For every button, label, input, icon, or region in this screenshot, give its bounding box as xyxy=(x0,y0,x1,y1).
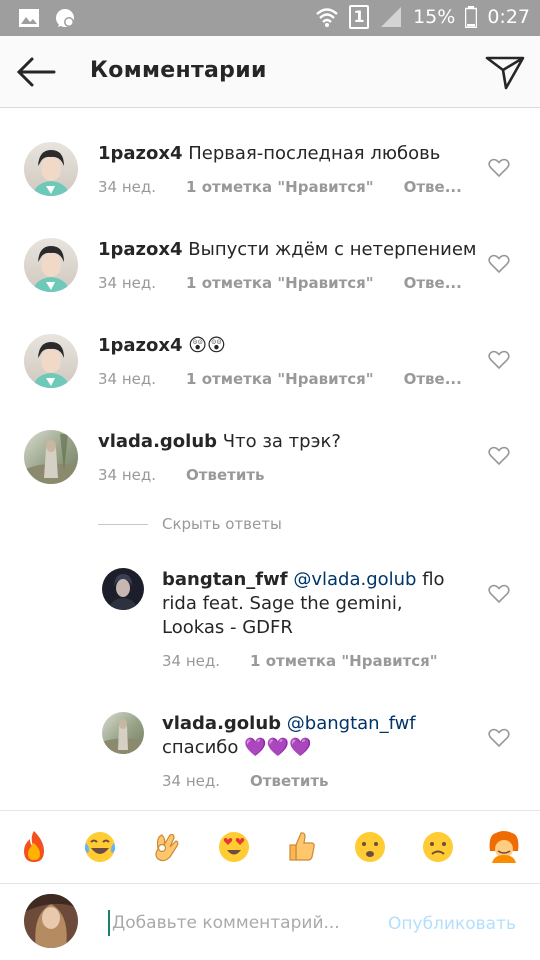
back-arrow-icon[interactable] xyxy=(14,54,58,90)
signal-icon xyxy=(381,7,402,27)
comment-text: 1pazox4 😲😲 xyxy=(98,334,226,358)
hide-replies-button[interactable]: Скрыть ответы xyxy=(98,515,282,533)
avatar[interactable] xyxy=(24,894,78,948)
likes-count[interactable]: 1 отметка "Нравится" xyxy=(186,274,374,292)
reply-time: 34 нед. xyxy=(162,652,221,670)
reply-text: bangtan_fwf @vlada.golub flo rida feat. … xyxy=(162,568,462,640)
joy-emoji-icon[interactable] xyxy=(82,829,118,865)
reply-button[interactable]: Отве... xyxy=(404,274,462,292)
reply-username[interactable]: vlada.golub xyxy=(162,713,281,734)
mention-link[interactable]: @vlada.golub xyxy=(293,569,416,590)
slightly-frowning-emoji-icon[interactable] xyxy=(420,829,456,865)
reply-button[interactable]: Отве... xyxy=(404,178,462,196)
send-icon[interactable] xyxy=(484,52,526,92)
page-title: Комментарии xyxy=(90,58,267,83)
comment-body: Выпусти ждём с нетерпением xyxy=(182,239,477,260)
fire-emoji-icon[interactable] xyxy=(16,829,52,865)
comment-body: 😲😲 xyxy=(182,335,226,356)
comment-body: Первая-последная любовь xyxy=(182,143,441,164)
thumbs-up-emoji-icon[interactable] xyxy=(284,829,320,865)
status-left-icons xyxy=(18,7,76,29)
reply-username[interactable]: bangtan_fwf xyxy=(162,569,288,590)
reply-text: vlada.golub @bangtan_fwf спасибо 💜💜💜 xyxy=(162,712,462,760)
frowning-emoji-icon[interactable] xyxy=(352,829,388,865)
avatar[interactable] xyxy=(24,430,78,484)
clock: 0:27 xyxy=(487,6,530,28)
reply-button[interactable]: Ответить xyxy=(250,772,329,790)
mention-link[interactable]: @bangtan_fwf xyxy=(287,713,416,734)
comment-meta: 34 нед. 1 отметка "Нравится" Отве... xyxy=(98,370,492,388)
reply-body: Lookas - GDFR xyxy=(162,617,293,638)
heart-eyes-emoji-icon[interactable] xyxy=(216,829,252,865)
comment-meta: 34 нед. 1 отметка "Нравится" Отве... xyxy=(98,274,492,292)
status-right: 1 15% 0:27 xyxy=(315,5,530,29)
heart-icon[interactable] xyxy=(488,350,510,370)
sim-indicator: 1 xyxy=(349,5,370,29)
heart-icon[interactable] xyxy=(488,446,510,466)
avatar[interactable] xyxy=(24,334,78,388)
emoji-bar xyxy=(0,810,540,884)
heart-icon[interactable] xyxy=(488,254,510,274)
comment-time: 34 нед. xyxy=(98,274,157,292)
heart-icon[interactable] xyxy=(488,584,510,604)
status-bar: 1 15% 0:27 xyxy=(0,0,540,36)
likes-count[interactable]: 1 отметка "Нравится" xyxy=(186,370,374,388)
reply-body: flo xyxy=(416,569,445,590)
likes-count[interactable]: 1 отметка "Нравится" xyxy=(250,652,438,670)
comment-meta: 34 нед. Ответить xyxy=(98,466,295,484)
comment-username[interactable]: vlada.golub xyxy=(98,431,217,452)
avatar[interactable] xyxy=(24,142,78,196)
heart-icon[interactable] xyxy=(488,158,510,178)
comment-composer: Опубликовать xyxy=(0,884,540,960)
comment-time: 34 нед. xyxy=(98,466,157,484)
reply-body: спасибо 💜💜💜 xyxy=(162,737,312,758)
app-header: Комментарии xyxy=(0,36,540,108)
comment-body: Что за трэк? xyxy=(217,431,341,452)
comment-text: vlada.golub Что за трэк? xyxy=(98,430,341,454)
reply-button[interactable]: Отве... xyxy=(404,370,462,388)
hide-replies-label: Скрыть ответы xyxy=(162,515,282,533)
comment-time: 34 нед. xyxy=(98,178,157,196)
hide-replies-divider xyxy=(98,523,148,525)
comment-username[interactable]: 1pazox4 xyxy=(98,239,183,260)
comment-username[interactable]: 1pazox4 xyxy=(98,143,183,164)
reply-meta: 34 нед. Ответить xyxy=(162,772,359,790)
reply-meta: 34 нед. 1 отметка "Нравится" xyxy=(162,652,468,670)
reply-button[interactable]: Ответить xyxy=(186,466,265,484)
comment-meta: 34 нед. 1 отметка "Нравится" Отве... xyxy=(98,178,492,196)
comment-time: 34 нед. xyxy=(98,370,157,388)
comment-input[interactable] xyxy=(108,910,368,936)
comment-text: 1pazox4 Первая-последная любовь xyxy=(98,142,440,166)
person-gesturing-ok-emoji-icon[interactable] xyxy=(486,829,522,865)
likes-count[interactable]: 1 отметка "Нравится" xyxy=(186,178,374,196)
whatsapp-icon xyxy=(56,9,74,27)
comment-username[interactable]: 1pazox4 xyxy=(98,335,183,356)
avatar[interactable] xyxy=(102,568,144,610)
gallery-icon xyxy=(19,9,39,27)
wifi-icon xyxy=(316,8,338,27)
avatar[interactable] xyxy=(24,238,78,292)
avatar[interactable] xyxy=(102,712,144,754)
reply-body: rida feat. Sage the gemini, xyxy=(162,593,403,614)
publish-button[interactable]: Опубликовать xyxy=(388,914,516,934)
heart-icon[interactable] xyxy=(488,728,510,748)
reply-time: 34 нед. xyxy=(162,772,221,790)
battery-icon xyxy=(465,6,478,28)
battery-level: 15% xyxy=(413,6,456,28)
ok-hand-emoji-icon[interactable] xyxy=(148,829,184,865)
comment-text: 1pazox4 Выпусти ждём с нетерпением xyxy=(98,238,477,262)
